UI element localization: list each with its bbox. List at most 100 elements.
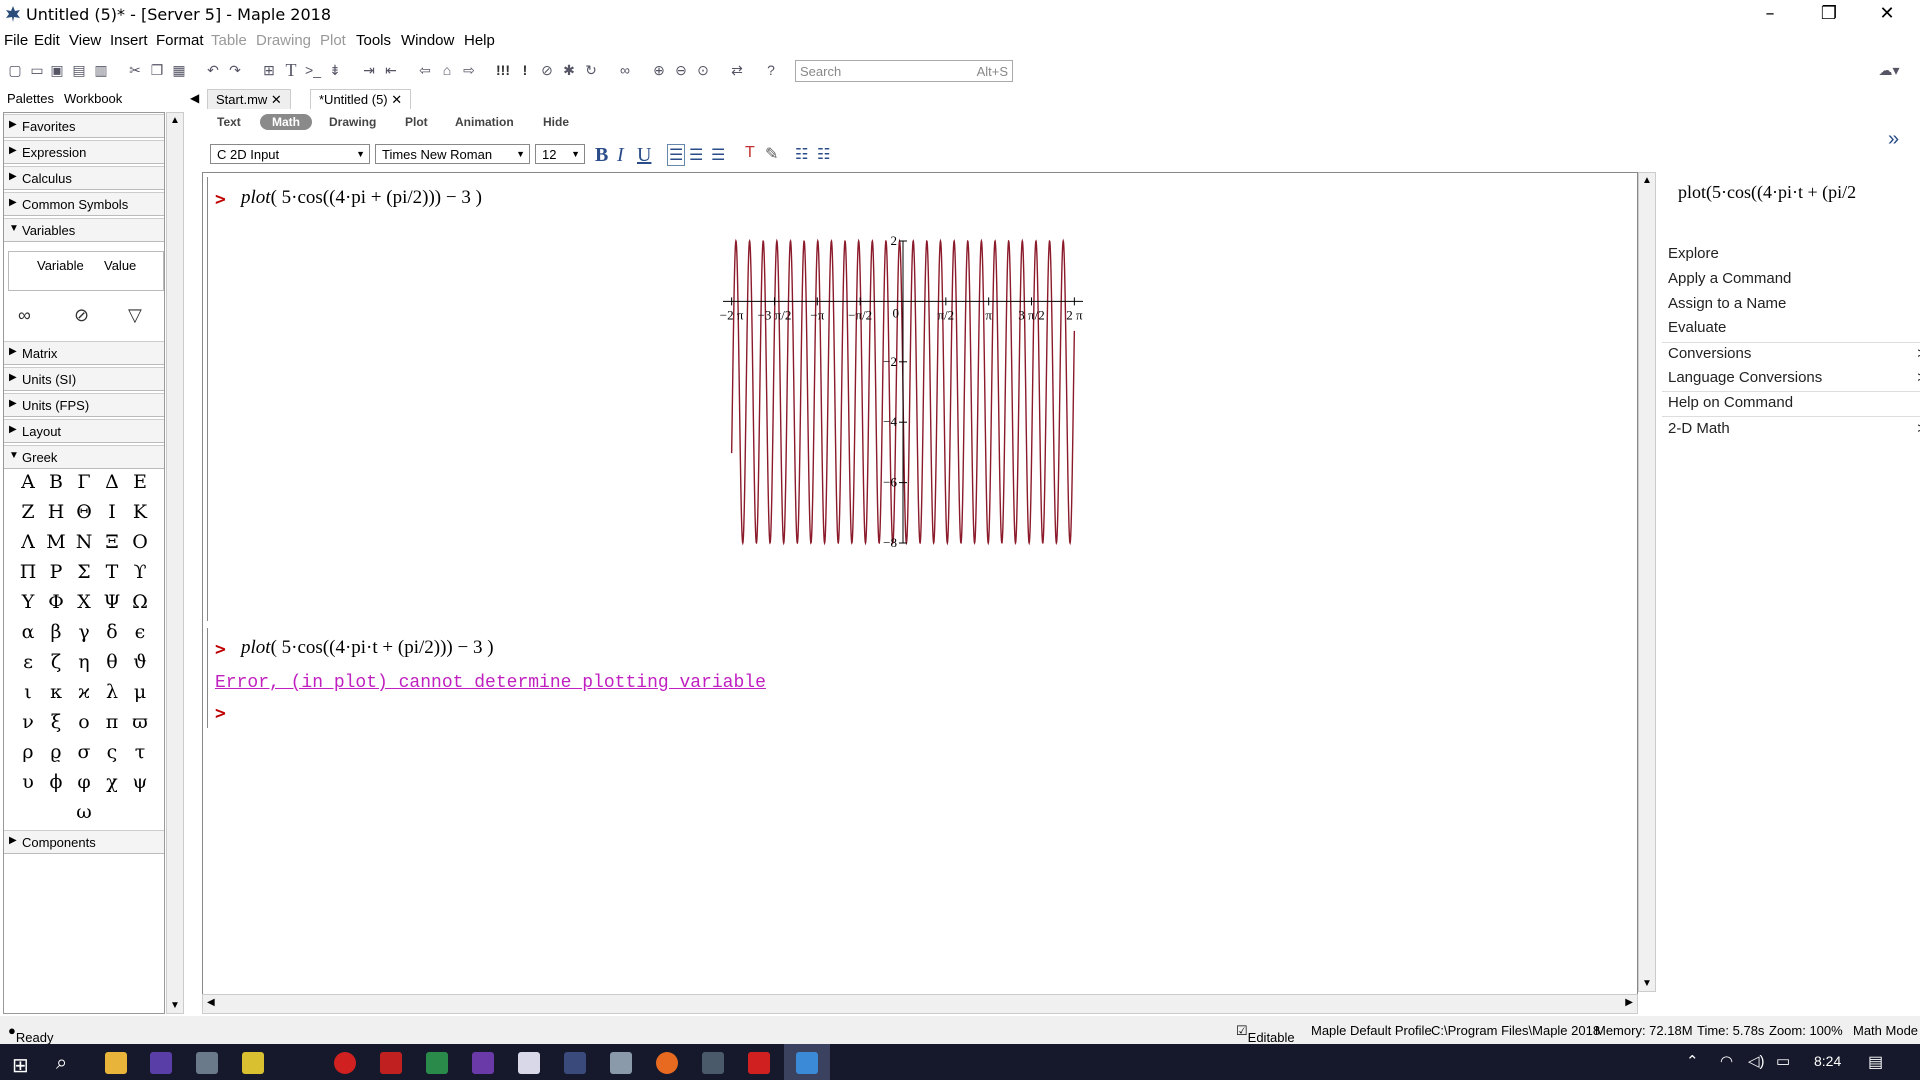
greek-symbol[interactable]: Δ: [98, 471, 126, 499]
zoom-out-icon[interactable]: ⊖: [672, 61, 690, 79]
insert-math-icon[interactable]: ⊞: [260, 61, 278, 79]
greek-symbol[interactable]: ς: [98, 741, 126, 769]
greek-symbol[interactable]: Ι: [98, 501, 126, 529]
greek-symbol[interactable]: η: [70, 651, 98, 679]
greek-symbol[interactable]: ϖ: [126, 711, 154, 739]
redo-icon[interactable]: ↷: [226, 61, 244, 79]
greek-symbol[interactable]: Β: [42, 471, 70, 499]
palette-matrix[interactable]: ▶ Matrix: [4, 341, 164, 365]
undo-icon[interactable]: ↶: [204, 61, 222, 79]
show-all-icon[interactable]: ∞: [18, 305, 31, 326]
open-icon[interactable]: ▭: [28, 61, 46, 79]
greek-symbol[interactable]: τ: [126, 741, 154, 769]
greek-symbol[interactable]: Φ: [42, 591, 70, 619]
greek-symbol[interactable]: Η: [42, 501, 70, 529]
tab-workbook[interactable]: Workbook: [64, 91, 122, 106]
math-input-1[interactable]: plot( 5·cos((4·pi + (pi/2))) − 3 ): [241, 187, 482, 209]
help-icon[interactable]: ?: [762, 61, 780, 79]
menu-drawing[interactable]: Drawing: [256, 32, 311, 49]
greek-symbol[interactable]: Ζ: [14, 501, 42, 529]
greek-symbol[interactable]: κ: [42, 681, 70, 709]
app-icon[interactable]: [518, 1052, 540, 1074]
greek-symbol[interactable]: ψ: [126, 771, 154, 799]
palette-components[interactable]: ▶ Components: [4, 830, 164, 854]
palette-scrollbar[interactable]: ▲ ▼: [166, 112, 184, 1014]
restore-button[interactable]: ❐: [1800, 0, 1858, 30]
close-tab-icon[interactable]: ✕: [391, 92, 402, 107]
execute-all-icon[interactable]: !!!: [494, 61, 512, 79]
menu-file[interactable]: File: [4, 32, 28, 49]
greek-symbol[interactable]: π: [98, 711, 126, 739]
greek-symbol[interactable]: δ: [98, 621, 126, 649]
greek-symbol[interactable]: φ: [70, 771, 98, 799]
bullet-list-icon[interactable]: ☷: [795, 145, 808, 163]
font-select[interactable]: Times New Roman ▼: [375, 144, 530, 164]
notes-app-icon[interactable]: [242, 1052, 264, 1074]
greek-symbol[interactable]: ξ: [42, 711, 70, 739]
palette-variables[interactable]: ▼ Variables: [4, 218, 164, 242]
wifi-icon[interactable]: ◠: [1720, 1052, 1733, 1070]
greek-symbol[interactable]: Ψ: [98, 591, 126, 619]
media-app-icon[interactable]: [472, 1052, 494, 1074]
volume-icon[interactable]: ◁): [1748, 1052, 1765, 1070]
windows-start-icon[interactable]: ⊞: [12, 1053, 29, 1078]
greek-symbol[interactable]: Π: [14, 561, 42, 589]
debug-icon[interactable]: ✱: [560, 61, 578, 79]
greek-symbol[interactable]: ϰ: [70, 681, 98, 709]
mode-hide[interactable]: Hide: [543, 115, 569, 129]
math-input-2[interactable]: plot( 5·cos((4·pi·t + (pi/2))) − 3 ): [241, 637, 494, 659]
tab-palettes[interactable]: Palettes: [7, 91, 54, 106]
filter-icon[interactable]: ▽: [128, 305, 142, 326]
action-center-icon[interactable]: ▤: [1868, 1052, 1883, 1072]
context-evaluate[interactable]: Evaluate: [1668, 319, 1918, 341]
mode-math[interactable]: Math: [260, 114, 312, 130]
greek-symbol[interactable]: ν: [14, 711, 42, 739]
greek-symbol[interactable]: Υ: [14, 591, 42, 619]
tab-untitled-5[interactable]: *Untitled (5) ✕: [310, 89, 412, 109]
editable-checkbox[interactable]: ☑ Editable: [1236, 1023, 1295, 1045]
mode-plot[interactable]: Plot: [405, 115, 428, 129]
context-help-on-command[interactable]: Help on Command: [1668, 394, 1918, 416]
greek-symbol[interactable]: ϱ: [42, 741, 70, 769]
palette-favorites[interactable]: ▶ Favorites: [4, 114, 164, 138]
greek-symbol[interactable]: Χ: [70, 591, 98, 619]
greek-symbol[interactable]: ζ: [42, 651, 70, 679]
restart-icon[interactable]: ↻: [582, 61, 600, 79]
search-input[interactable]: Search Alt+S: [795, 60, 1013, 82]
palette-units-si[interactable]: ▶ Units (SI): [4, 367, 164, 391]
mode-text[interactable]: Text: [217, 115, 241, 129]
menu-table[interactable]: Table: [211, 32, 247, 49]
greek-symbol[interactable]: Τ: [98, 561, 126, 589]
align-center-icon[interactable]: ☰: [689, 145, 703, 165]
greek-symbol[interactable]: β: [42, 621, 70, 649]
mode-animation[interactable]: Animation: [455, 115, 514, 129]
menu-format[interactable]: Format: [156, 32, 204, 49]
greek-symbol[interactable]: ϕ: [42, 771, 70, 799]
mode-drawing[interactable]: Drawing: [329, 115, 376, 129]
indent-icon[interactable]: ⇥: [360, 61, 378, 79]
new-document-icon[interactable]: ▢: [6, 61, 24, 79]
menu-window[interactable]: Window: [401, 32, 454, 49]
worksheet-vertical-scrollbar[interactable]: ▲ ▼: [1638, 172, 1656, 992]
greek-symbol[interactable]: Λ: [14, 531, 42, 559]
close-tab-icon[interactable]: ✕: [271, 92, 282, 107]
greek-symbol[interactable]: ο: [70, 711, 98, 739]
greek-symbol[interactable]: Γ: [70, 471, 98, 499]
menu-view[interactable]: View: [69, 32, 101, 49]
greek-symbol[interactable]: ρ: [14, 741, 42, 769]
greek-symbol[interactable]: Κ: [126, 501, 154, 529]
close-button[interactable]: ✕: [1858, 0, 1916, 30]
insert-text-icon[interactable]: T: [282, 61, 300, 79]
greek-symbol[interactable]: Σ: [70, 561, 98, 589]
greek-symbol[interactable]: ϒ: [126, 561, 154, 589]
greek-symbol[interactable]: ι: [14, 681, 42, 709]
align-right-icon[interactable]: ☰: [711, 145, 725, 165]
search-icon[interactable]: ⌕: [56, 1052, 67, 1075]
greek-symbol[interactable]: Ο: [126, 531, 154, 559]
greek-symbol[interactable]: Ε: [126, 471, 154, 499]
compare-icon[interactable]: ⇄: [728, 61, 746, 79]
greek-symbol[interactable]: σ: [70, 741, 98, 769]
font-size-select[interactable]: 12 ▼: [535, 144, 585, 164]
align-left-icon[interactable]: ☰: [667, 144, 686, 166]
palette-layout[interactable]: ▶ Layout: [4, 419, 164, 443]
